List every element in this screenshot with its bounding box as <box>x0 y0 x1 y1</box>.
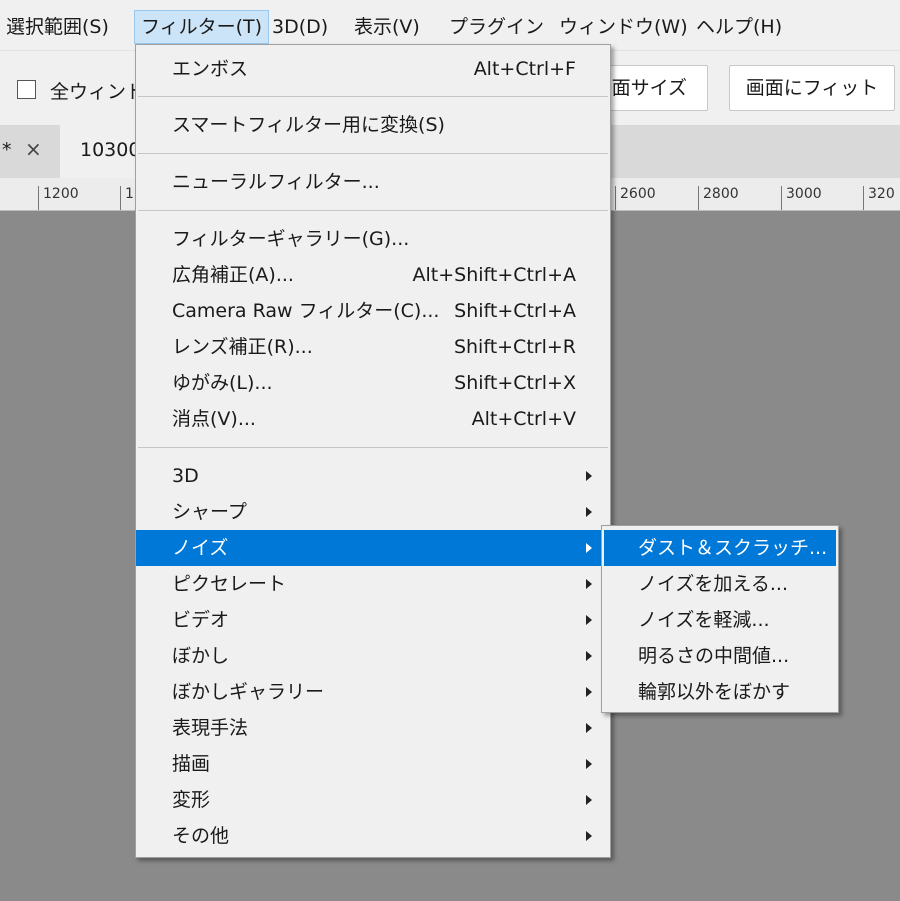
menu-item-pixelate[interactable]: ピクセレート <box>136 566 610 602</box>
ruler-tick <box>863 186 864 210</box>
menu-item-label: ニューラルフィルター... <box>172 171 380 193</box>
menu-separator <box>138 153 608 154</box>
menu-item-label: ぼかしギャラリー <box>172 681 325 703</box>
menu-item-label: 3D <box>172 465 199 487</box>
menu-item-liquify[interactable]: ゆがみ(L)... Shift+Ctrl+X <box>136 365 610 401</box>
menu-item-wide-angle[interactable]: 広角補正(A)... Alt+Shift+Ctrl+A <box>136 257 610 293</box>
menu-item-blur[interactable]: ぼかし <box>136 638 610 674</box>
ruler-tick <box>120 186 121 210</box>
menu-item-label: フィルターギャラリー(G)... <box>172 228 410 250</box>
menu-item-noise[interactable]: ノイズ <box>136 530 610 566</box>
ruler-label: 2600 <box>620 186 656 202</box>
menu-item-filter-gallery[interactable]: フィルターギャラリー(G)... <box>136 221 610 257</box>
menu-separator <box>138 210 608 211</box>
menu-item-sharpen[interactable]: シャープ <box>136 494 610 530</box>
ruler-tick <box>781 186 782 210</box>
menu-item-shortcut: Alt+Ctrl+V <box>471 408 576 430</box>
menu-item-label: 描画 <box>172 753 211 775</box>
all-windows-label: 全ウィンド <box>50 81 146 103</box>
menu-item-shortcut: Shift+Ctrl+A <box>454 300 576 322</box>
fit-screen-button[interactable]: 画面にフィット <box>729 65 895 111</box>
document-tab-title: 10300 <box>80 139 141 161</box>
submenu-item-add-noise[interactable]: ノイズを加える... <box>604 566 836 602</box>
menu-item-render[interactable]: 描画 <box>136 746 610 782</box>
submenu-arrow-icon <box>586 579 592 589</box>
unsaved-marker: * <box>2 139 12 161</box>
submenu-arrow-icon <box>586 831 592 841</box>
submenu-arrow-icon <box>586 615 592 625</box>
ruler-tick <box>38 186 39 210</box>
ruler-label: 2800 <box>703 186 739 202</box>
menu-item-label: Camera Raw フィルター(C)... <box>172 300 440 322</box>
menu-item-label: ピクセレート <box>172 573 287 595</box>
menu-item-label: 表現手法 <box>172 717 249 739</box>
ruler-label: 1 <box>125 186 134 202</box>
menu-item-label: スマートフィルター用に変換(S) <box>172 114 445 136</box>
filter-menu: エンボス Alt+Ctrl+F スマートフィルター用に変換(S) ニューラルフィ… <box>135 44 611 858</box>
menu-window[interactable]: ウィンドウ(W) <box>553 10 694 44</box>
submenu-item-reduce-noise[interactable]: ノイズを軽減... <box>604 602 836 638</box>
submenu-arrow-icon <box>586 687 592 697</box>
tab-close-icon[interactable]: × <box>25 137 42 161</box>
menu-item-camera-raw[interactable]: Camera Raw フィルター(C)... Shift+Ctrl+A <box>136 293 610 329</box>
submenu-item-median[interactable]: 明るさの中間値... <box>604 638 836 674</box>
ruler-label: 3000 <box>786 186 822 202</box>
submenu-arrow-icon <box>586 543 592 553</box>
menu-item-emboss[interactable]: エンボス Alt+Ctrl+F <box>136 51 610 87</box>
menu-item-label: ビデオ <box>172 609 230 631</box>
submenu-arrow-icon <box>586 759 592 769</box>
menu-item-lens-correction[interactable]: レンズ補正(R)... Shift+Ctrl+R <box>136 329 610 365</box>
menu-separator <box>138 96 608 97</box>
menu-item-label: 消点(V)... <box>172 408 256 430</box>
menu-plugins[interactable]: プラグイン <box>443 10 550 44</box>
ruler-label: 1200 <box>43 186 79 202</box>
menu-item-label: ゆがみ(L)... <box>172 372 273 394</box>
submenu-item-despeckle[interactable]: 輪郭以外をぼかす <box>604 674 836 710</box>
menu-item-blur-gallery[interactable]: ぼかしギャラリー <box>136 674 610 710</box>
menu-3d[interactable]: 3D(D) <box>266 10 334 44</box>
submenu-arrow-icon <box>586 651 592 661</box>
noise-submenu: ダスト＆スクラッチ... ノイズを加える... ノイズを軽減... 明るさの中間… <box>601 525 839 713</box>
menu-item-shortcut: Shift+Ctrl+R <box>453 336 576 358</box>
menu-item-label: ノイズ <box>172 537 229 559</box>
ruler-tick <box>698 186 699 210</box>
ruler-tick <box>615 186 616 210</box>
menu-item-smart-filter[interactable]: スマートフィルター用に変換(S) <box>136 107 610 143</box>
menu-help[interactable]: ヘルプ(H) <box>690 10 788 44</box>
submenu-arrow-icon <box>586 795 592 805</box>
menu-item-label: その他 <box>172 825 230 847</box>
menu-separator <box>138 447 608 448</box>
menu-item-distort[interactable]: 変形 <box>136 782 610 818</box>
menu-filter[interactable]: フィルター(T) <box>134 10 270 44</box>
menu-item-label: レンズ補正(R)... <box>172 336 313 358</box>
menu-item-label: エンボス <box>172 58 249 80</box>
menu-item-neural-filter[interactable]: ニューラルフィルター... <box>136 164 610 200</box>
menu-item-stylize[interactable]: 表現手法 <box>136 710 610 746</box>
submenu-arrow-icon <box>586 507 592 517</box>
menu-item-vanishing-point[interactable]: 消点(V)... Alt+Ctrl+V <box>136 401 610 437</box>
menu-bar: 選択範囲(S) フィルター(T) 3D(D) 表示(V) プラグイン ウィンドウ… <box>0 0 900 50</box>
menu-item-other[interactable]: その他 <box>136 818 610 854</box>
menu-item-label: シャープ <box>172 501 247 523</box>
all-windows-checkbox[interactable] <box>17 80 36 99</box>
menu-item-label: ぼかし <box>172 645 230 667</box>
submenu-item-dust-scratches[interactable]: ダスト＆スクラッチ... <box>604 530 836 566</box>
submenu-arrow-icon <box>586 471 592 481</box>
menu-item-shortcut: Shift+Ctrl+X <box>454 372 576 394</box>
menu-item-shortcut: Alt+Shift+Ctrl+A <box>412 264 576 286</box>
menu-item-shortcut: Alt+Ctrl+F <box>473 58 576 80</box>
menu-select[interactable]: 選択範囲(S) <box>0 10 115 44</box>
menu-item-label: 広角補正(A)... <box>172 264 294 286</box>
menu-item-video[interactable]: ビデオ <box>136 602 610 638</box>
menu-item-label: 変形 <box>172 789 211 811</box>
menu-view[interactable]: 表示(V) <box>348 10 426 44</box>
ruler-label: 320 <box>868 186 895 202</box>
menu-item-3d[interactable]: 3D <box>136 458 610 494</box>
submenu-arrow-icon <box>586 723 592 733</box>
